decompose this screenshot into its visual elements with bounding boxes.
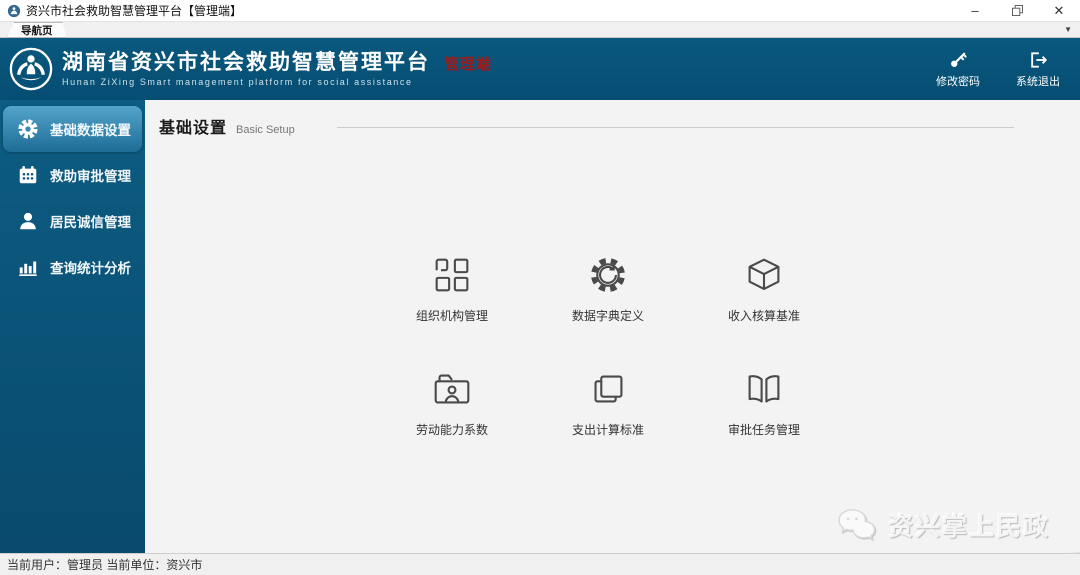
item-income-benchmark[interactable]: 收入核算基准 [688,252,840,324]
change-password-button[interactable]: 修改密码 [936,50,980,89]
basic-setup-grid: 组织机构管理 数据字典定义 收入核算基准 劳动能力系数 支出计算标准 审批任务管… [376,252,840,438]
restore-button[interactable] [996,0,1038,21]
key-icon [951,52,967,67]
sidebar-item-assistance-approval[interactable]: 救助审批管理 [0,152,145,198]
item-labor-capacity[interactable]: 劳动能力系数 [376,366,528,438]
cube-icon [748,258,780,290]
sidebar-item-label: 查询统计分析 [50,261,131,276]
tab-bar: 导航页 ▼ [0,22,1080,38]
tab-navigation-page[interactable]: 导航页 [7,22,67,38]
sidebar-item-resident-integrity[interactable]: 居民诚信管理 [0,198,145,244]
application-window: 资兴市社会救助智慧管理平台【管理端】 – ✕ 导航页 ▼ 湖南省资兴市社会救助智… [0,0,1080,575]
overlap-squares-icon [594,375,623,403]
person-icon [20,212,36,230]
sidebar-item-label: 救助审批管理 [50,169,131,184]
watermark-label: 资兴掌上民政 [887,513,1050,541]
wechat-icon [838,509,876,541]
sidebar-item-label: 基础数据设置 [50,123,131,138]
logout-label: 系统退出 [1016,75,1060,88]
restore-icon [1011,5,1023,16]
item-organization-management[interactable]: 组织机构管理 [376,252,528,324]
window-title-bar: 资兴市社会救助智慧管理平台【管理端】 – ✕ [0,0,1080,22]
window-controls: – ✕ [954,0,1080,21]
sidebar-item-basic-data-settings[interactable]: 基础数据设置 [3,106,142,152]
watermark: 资兴掌上民政 [836,507,1050,543]
tab-overflow-caret-icon[interactable]: ▼ [1064,25,1072,34]
section-subtitle: Basic Setup [236,124,295,136]
app-logo-icon [7,4,21,17]
logout-button[interactable]: 系统退出 [1016,50,1060,89]
bar-chart-icon [19,261,37,276]
sidebar-item-label: 居民诚信管理 [50,215,131,230]
change-password-label: 修改密码 [936,75,980,88]
item-data-dictionary[interactable]: 数据字典定义 [532,252,684,324]
grid-squares-icon [435,258,469,292]
item-label: 数据字典定义 [571,309,644,323]
sidebar-item-query-statistics[interactable]: 查询统计分析 [0,244,145,290]
section-title: 基础设置 [159,120,228,137]
platform-logo-icon [9,47,53,91]
calendar-icon [19,166,37,184]
item-expenditure-standard[interactable]: 支出计算标准 [532,366,684,438]
open-book-icon [748,375,780,403]
admin-side-badge: 管理端 [444,56,493,74]
main-content: 基础设置 Basic Setup 组织机构管理 数据字典定义 收入核算基准 劳动… [145,100,1080,553]
window-title: 资兴市社会救助智慧管理平台【管理端】 [26,4,243,18]
platform-subtitle: Hunan ZiXing Smart management platform f… [62,77,413,88]
item-label: 支出计算标准 [571,423,644,437]
item-label: 劳动能力系数 [415,423,488,437]
minimize-button[interactable]: – [954,0,996,21]
item-label: 组织机构管理 [415,309,488,323]
status-text: 当前用户：管理员 当前单位：资兴市 [7,558,203,572]
gear-icon [18,119,38,139]
close-button[interactable]: ✕ [1038,0,1080,21]
item-label: 审批任务管理 [727,423,800,437]
sidebar-nav: 基础数据设置 救助审批管理 居民诚信管理 查询统计分析 [0,100,145,553]
folder-person-icon [434,374,470,404]
header-title-block: 湖南省资兴市社会救助智慧管理平台 管理端 Hunan ZiXing Smart … [62,51,492,87]
gear-sync-icon [590,257,626,293]
item-approval-task[interactable]: 审批任务管理 [688,366,840,438]
header-actions: 修改密码 系统退出 [936,50,1060,89]
platform-title: 湖南省资兴市社会救助智慧管理平台 [62,50,430,74]
item-label: 收入核算基准 [727,309,800,323]
section-header: 基础设置 Basic Setup [159,114,295,138]
logout-icon [1031,51,1047,68]
app-header: 湖南省资兴市社会救助智慧管理平台 管理端 Hunan ZiXing Smart … [0,38,1080,100]
section-divider [337,127,1014,128]
status-bar: 当前用户：管理员 当前单位：资兴市 [0,553,1080,575]
